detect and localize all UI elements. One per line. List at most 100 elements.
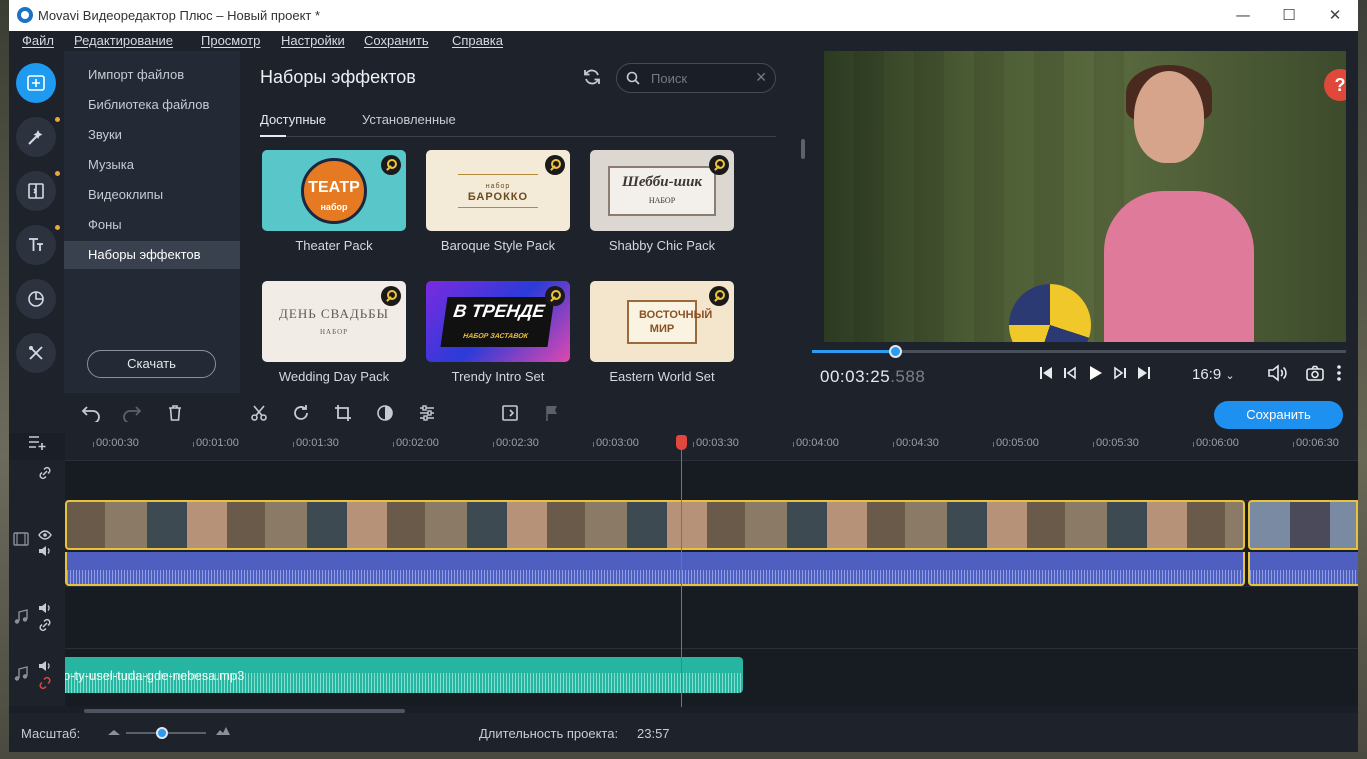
sidebar-item-library[interactable]: Библиотека файлов (64, 91, 240, 119)
title-track[interactable] (65, 460, 1358, 500)
eye-icon[interactable] (38, 529, 52, 541)
color-adjust-icon[interactable] (376, 404, 394, 422)
menu-file[interactable]: Файл (22, 33, 54, 48)
crop-icon[interactable] (334, 404, 352, 422)
video-preview[interactable]: ? (824, 51, 1346, 342)
music-clip[interactable]: o-ty-usel-tuda-gde-nebesa.mp3 (65, 657, 743, 693)
transitions-tool-button[interactable] (16, 171, 60, 211)
card-art-subtitle: набор (320, 201, 348, 212)
cut-scissors-icon[interactable] (250, 404, 268, 422)
import-tool-button[interactable] (16, 63, 56, 103)
tab-installed[interactable]: Установленные (362, 112, 456, 127)
menu-save[interactable]: Сохранить (364, 33, 429, 48)
unlink-icon[interactable] (38, 676, 52, 690)
video-clip-audio[interactable] (1248, 552, 1358, 586)
effect-pack-card-theater[interactable]: ТЕАТР набор (262, 150, 406, 231)
card-label: Eastern World Set (609, 369, 715, 384)
speaker-icon[interactable] (38, 545, 52, 557)
add-track-icon[interactable] (27, 434, 47, 452)
help-button[interactable]: ? (1324, 69, 1346, 101)
effect-pack-card-shabby[interactable]: Шебби-шик НАБОР (590, 150, 734, 231)
clip-properties-icon[interactable] (418, 404, 436, 422)
menu-settings[interactable]: Настройки (281, 33, 345, 48)
effect-pack-card-baroque[interactable]: набор БАРОККО (426, 150, 570, 231)
redo-icon[interactable] (122, 404, 142, 422)
stickers-tool-button[interactable] (16, 279, 56, 319)
zoom-in-icon[interactable] (215, 725, 231, 737)
volume-icon[interactable] (1267, 364, 1289, 382)
sidebar-item-backgrounds[interactable]: Фоны (64, 211, 240, 239)
snapshot-camera-icon[interactable] (1305, 364, 1325, 382)
filters-tool-button[interactable] (16, 117, 60, 157)
sidebar-item-music[interactable]: Музыка (64, 151, 240, 179)
ruler-tick: 00:06:30 (1293, 437, 1339, 449)
tab-available[interactable]: Доступные (260, 112, 326, 127)
save-export-button[interactable]: Сохранить (1214, 401, 1343, 429)
effect-pack-card-wedding[interactable]: ДЕНЬ СВАДЬБЫ НАБОР (262, 281, 406, 362)
skip-to-end-icon[interactable] (1135, 364, 1153, 382)
aspect-ratio-select[interactable]: 16:9 ⌄ (1192, 366, 1235, 383)
search-input[interactable] (651, 69, 751, 87)
timecode-display: 00:03:25.588 (820, 367, 925, 387)
key-icon (381, 286, 401, 306)
seek-bar-handle[interactable] (888, 345, 902, 358)
movavi-app-icon (17, 7, 33, 23)
refresh-icon[interactable] (582, 67, 602, 87)
titles-tool-button[interactable] (16, 225, 60, 265)
video-clip[interactable] (65, 500, 1245, 550)
key-icon (545, 286, 565, 306)
more-tools-button[interactable] (16, 333, 56, 373)
download-button[interactable]: Скачать (87, 350, 216, 378)
delete-icon[interactable] (166, 404, 184, 422)
audio-waveform (1250, 570, 1358, 584)
link-icon[interactable] (38, 618, 52, 632)
zoom-slider-handle[interactable] (156, 727, 168, 739)
zoom-out-icon[interactable] (107, 727, 121, 737)
timecode-main: 00:03:25 (820, 367, 891, 386)
new-indicator-dot (55, 117, 60, 122)
marker-flag-icon[interactable] (544, 404, 560, 422)
preview-area: ? 00:03:25.588 16:9 ⌄ (810, 51, 1358, 393)
aspect-ratio-value: 16:9 (1192, 366, 1222, 383)
zoom-slider[interactable] (126, 727, 206, 739)
transition-wizard-icon[interactable] (501, 404, 521, 422)
more-options-icon[interactable] (1336, 364, 1342, 382)
card-art-subtitle: набор (485, 182, 511, 190)
seek-bar[interactable] (812, 345, 1346, 358)
effect-pack-card-eastern[interactable]: ВОСТОЧНЫЙ МИР (590, 281, 734, 362)
timeline-ruler[interactable]: 00:00:30 00:01:00 00:01:30 00:02:00 00:0… (65, 433, 1358, 460)
next-frame-icon[interactable] (1111, 364, 1129, 382)
menu-view[interactable]: Просмотр (201, 33, 260, 48)
maximize-button[interactable]: ☐ (1266, 0, 1312, 31)
link-icon[interactable] (38, 466, 52, 480)
sidebar-item-videoclips[interactable]: Видеоклипы (64, 181, 240, 209)
panel-scrollbar[interactable] (801, 139, 805, 159)
play-icon[interactable] (1086, 364, 1104, 382)
minimize-button[interactable]: — (1220, 0, 1266, 31)
video-subject-face (1134, 71, 1204, 163)
rotate-icon[interactable] (292, 404, 310, 422)
video-subject (1084, 65, 1284, 342)
skip-to-start-icon[interactable] (1037, 364, 1055, 382)
undo-icon[interactable] (81, 404, 101, 422)
menu-edit[interactable]: Редактирование (74, 33, 173, 48)
title-bar: Movavi Видеоредактор Плюс – Новый проект… (9, 0, 1358, 31)
clear-search-icon[interactable]: ✕ (755, 69, 767, 86)
speaker-icon[interactable] (38, 660, 52, 672)
audio-track[interactable] (65, 586, 1358, 648)
timecode-milliseconds: .588 (890, 367, 926, 386)
playhead-handle[interactable] (676, 435, 687, 450)
sidebar-item-effect-packs[interactable]: Наборы эффектов (64, 241, 240, 269)
video-clip[interactable] (1248, 500, 1358, 550)
ruler-tick: 00:01:00 (193, 437, 239, 449)
effect-pack-card-trendy[interactable]: В ТРЕНДЕ НАБОР ЗАСТАВОК (426, 281, 570, 362)
sidebar-item-import[interactable]: Импорт файлов (64, 61, 240, 89)
previous-frame-icon[interactable] (1061, 364, 1079, 382)
menu-help[interactable]: Справка (452, 33, 503, 48)
title-track-header (9, 460, 65, 500)
desktop-background-right (1358, 0, 1367, 759)
sidebar-item-sounds[interactable]: Звуки (64, 121, 240, 149)
speaker-icon[interactable] (38, 602, 52, 614)
close-button[interactable]: ✕ (1312, 0, 1358, 31)
video-clip-audio[interactable] (65, 552, 1245, 586)
